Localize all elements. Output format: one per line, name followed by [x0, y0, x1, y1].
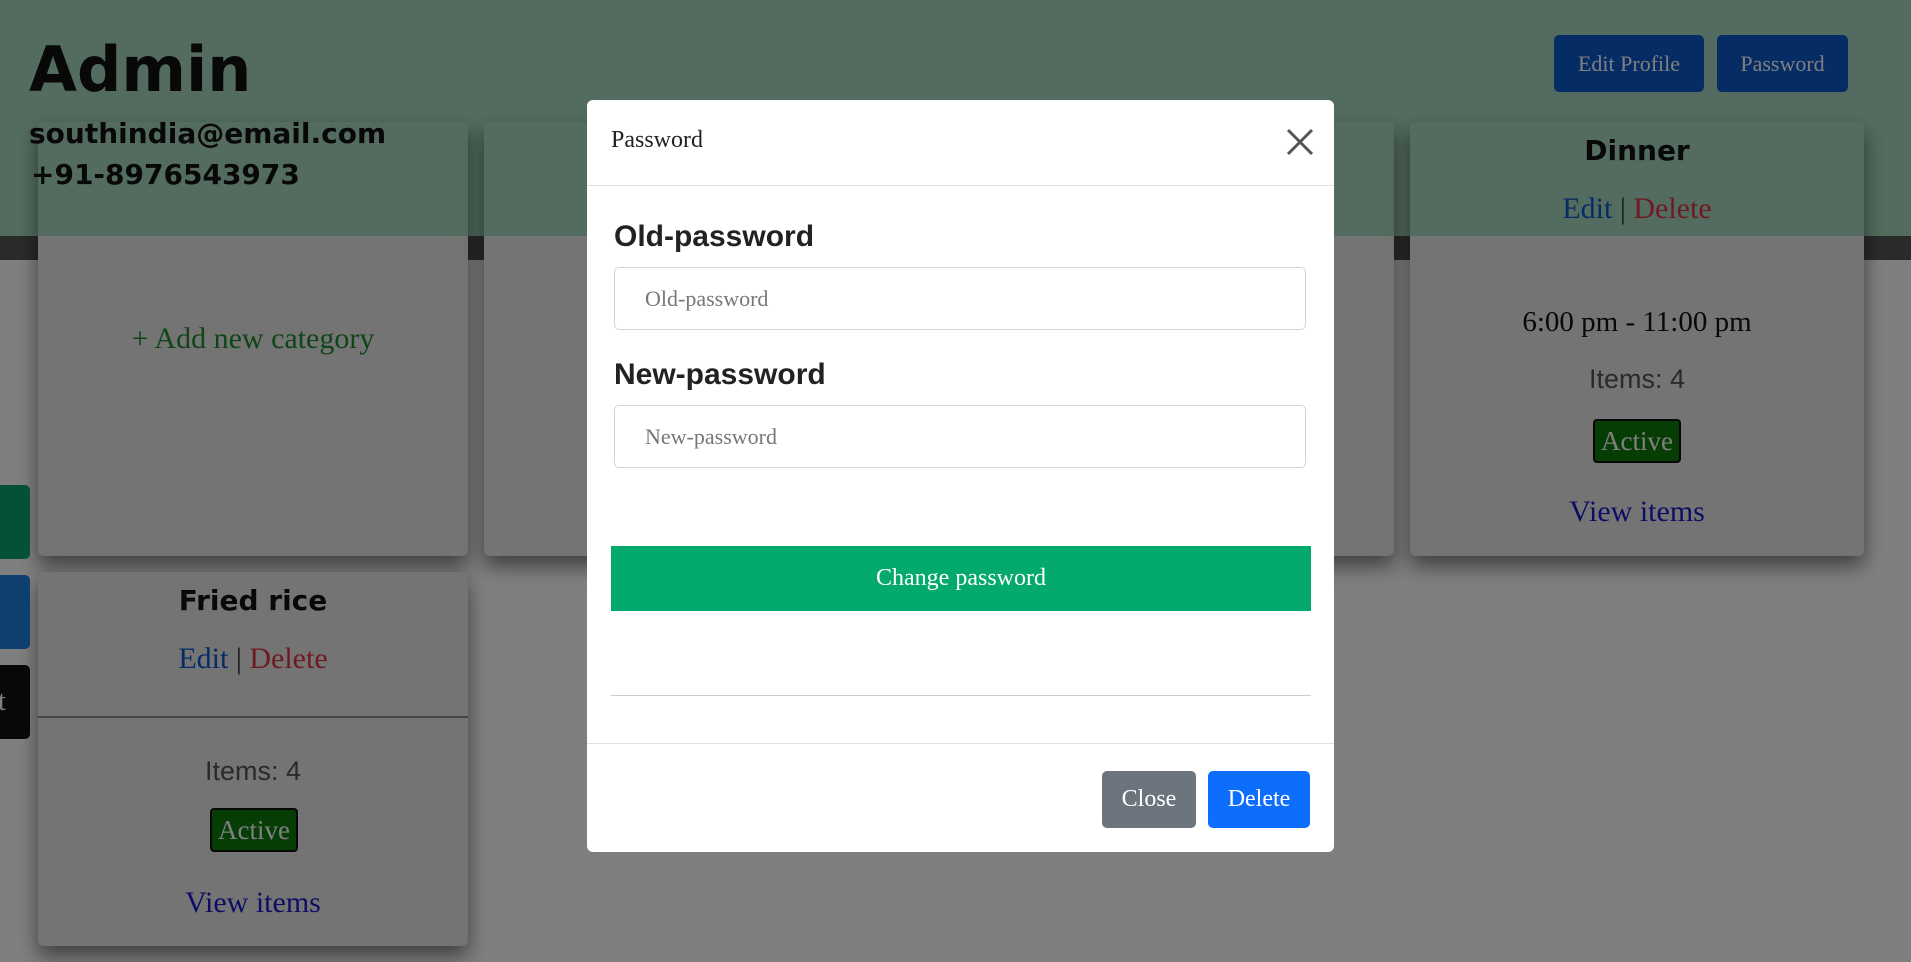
new-password-label: New-password	[614, 358, 826, 391]
password-modal: Password Old-password New-password Chang…	[587, 100, 1334, 852]
old-password-label: Old-password	[614, 220, 815, 253]
close-button[interactable]: Close	[1102, 771, 1196, 828]
modal-header-divider	[587, 185, 1334, 186]
admin-page: Admin Edit Profile Password + Add new ca…	[0, 0, 1911, 962]
old-password-input[interactable]	[614, 267, 1306, 330]
delete-button[interactable]: Delete	[1208, 771, 1310, 828]
change-password-button[interactable]: Change password	[611, 546, 1311, 611]
modal-footer-divider	[587, 743, 1334, 744]
close-icon[interactable]	[1282, 124, 1318, 160]
modal-body-divider	[611, 695, 1311, 696]
modal-title: Password	[611, 127, 704, 153]
new-password-input[interactable]	[614, 405, 1306, 468]
